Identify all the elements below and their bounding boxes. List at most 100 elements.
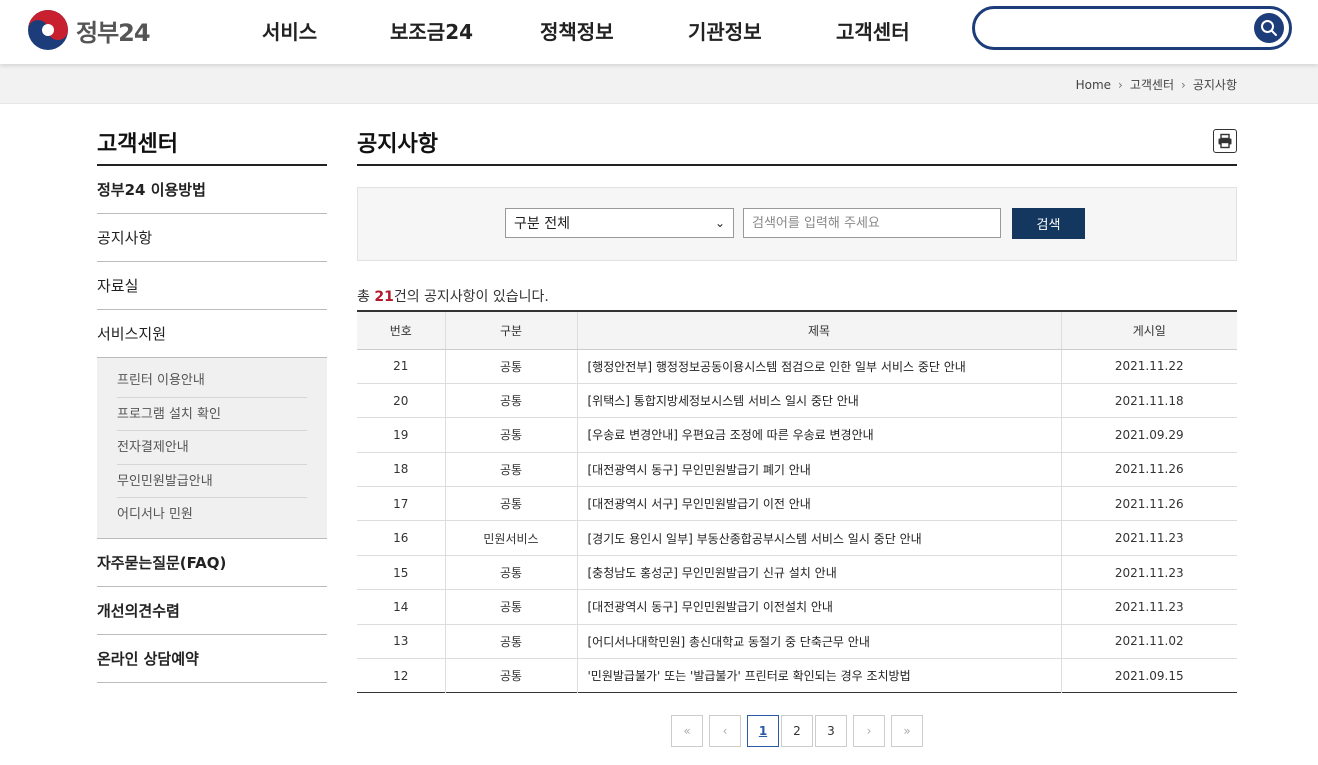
sidebar-subitem-anywhere[interactable]: 어디서나 민원 bbox=[117, 498, 307, 532]
row-date-cell: 2021.11.23 bbox=[1060, 555, 1237, 591]
notice-search-area: 구분 전체 ⌄ 검색 bbox=[357, 187, 1237, 261]
row-category-cell: 공통 bbox=[444, 658, 577, 693]
row-title-link[interactable]: [위택스] 통합지방세정보시스템 서비스 일시 중단 안내 bbox=[576, 383, 1061, 419]
notice-table: 번호 구분 제목 게시일 21 공통 [행정안전부] 행정정보공동이용시스템 점검으… bbox=[357, 310, 1237, 694]
row-category-cell: 공통 bbox=[444, 383, 577, 419]
row-category-cell: 공통 bbox=[444, 624, 577, 660]
breadcrumb-home[interactable]: Home bbox=[1076, 78, 1111, 92]
sidebar-item-online-consult[interactable]: 온라인 상담예약 bbox=[97, 635, 327, 683]
chevron-right-icon: › bbox=[1118, 77, 1123, 92]
sidebar-subitem-epayment[interactable]: 전자결제안내 bbox=[117, 431, 307, 465]
row-number-cell: 15 bbox=[357, 555, 445, 591]
sidebar-title: 고객센터 bbox=[97, 104, 327, 166]
sidebar-submenu: 프린터 이용안내 프로그램 설치 확인 전자결제안내 무인민원발급안내 어디서나… bbox=[97, 358, 327, 539]
row-number-cell: 14 bbox=[357, 589, 445, 625]
pagination: « ‹ 1 2 3 › » bbox=[671, 715, 929, 747]
next-page-button[interactable]: › bbox=[853, 715, 885, 747]
table-row[interactable]: 16 민원서비스 [경기도 용인시 일부] 부동산종합공부시스템 서비스 일시 중단… bbox=[357, 520, 1237, 556]
sidebar-item-notice[interactable]: 공지사항 bbox=[97, 214, 327, 262]
count-prefix: 총 bbox=[357, 289, 375, 305]
chevron-right-icon: › bbox=[1181, 77, 1186, 92]
sidebar-item-archive[interactable]: 자료실 bbox=[97, 262, 327, 310]
sidebar-item-how-to-use[interactable]: 정부24 이용방법 bbox=[97, 166, 327, 214]
sidebar-item-feedback[interactable]: 개선의견수렴 bbox=[97, 587, 327, 635]
page-button-2[interactable]: 2 bbox=[781, 715, 813, 747]
row-date-cell: 2021.11.26 bbox=[1060, 452, 1237, 488]
page-button-1[interactable]: 1 bbox=[747, 715, 779, 747]
row-date-cell: 2021.11.18 bbox=[1060, 383, 1237, 419]
search-submit-button[interactable]: 검색 bbox=[1012, 208, 1085, 239]
row-title-link[interactable]: [경기도 용인시 일부] 부동산종합공부시스템 서비스 일시 중단 안내 bbox=[576, 520, 1061, 556]
table-row[interactable]: 21 공통 [행정안전부] 행정정보공동이용시스템 점검으로 인한 일부 서비스 중… bbox=[357, 349, 1237, 384]
sidebar-item-service-support[interactable]: 서비스지원 bbox=[97, 310, 327, 358]
row-number-cell: 20 bbox=[357, 383, 445, 419]
row-date-cell: 2021.11.23 bbox=[1060, 520, 1237, 556]
row-date-cell: 2021.11.26 bbox=[1060, 486, 1237, 522]
row-category-cell: 공통 bbox=[444, 417, 577, 453]
table-row[interactable]: 13 공통 [어디서나대학민원] 총신대학교 동절기 중 단축근무 안내 2021.1… bbox=[357, 624, 1237, 660]
table-row[interactable]: 20 공통 [위택스] 통합지방세정보시스템 서비스 일시 중단 안내 2021.11… bbox=[357, 383, 1237, 419]
sidebar-nav: 고객센터 정부24 이용방법 공지사항 자료실 서비스지원 프린터 이용안내 프… bbox=[97, 104, 327, 683]
sidebar-subitem-kiosk[interactable]: 무인민원발급안내 bbox=[117, 465, 307, 498]
row-title-link[interactable]: [대전광역시 동구] 무인민원발급기 이전설치 안내 bbox=[576, 589, 1061, 625]
gnb-item-services[interactable]: 서비스 bbox=[262, 16, 317, 45]
first-page-button[interactable]: « bbox=[671, 715, 703, 747]
count-number: 21 bbox=[374, 289, 394, 305]
gnb-item-subsidy24[interactable]: 보조금24 bbox=[390, 16, 473, 45]
row-number-cell: 12 bbox=[393, 668, 409, 683]
row-title-link[interactable]: '민원발급불가' 또는 '발급불가' 프린터로 확인되는 경우 조치방법 bbox=[576, 658, 1061, 693]
row-date-cell: 2021.11.23 bbox=[1060, 589, 1237, 625]
row-title-link[interactable]: [충청남도 홍성군] 무인민원발급기 신규 설치 안내 bbox=[576, 555, 1061, 591]
gnb-item-agency[interactable]: 기관정보 bbox=[688, 16, 762, 45]
breadcrumb-customer-center[interactable]: 고객센터 bbox=[1130, 76, 1174, 93]
category-select[interactable]: 구분 전체 ⌄ bbox=[505, 208, 734, 238]
row-title-link[interactable]: [우송료 변경안내] 우편요금 조정에 따른 우송료 변경안내 bbox=[576, 417, 1061, 453]
brand-name: 정부24 bbox=[76, 18, 151, 47]
row-date-cell: 2021.09.15 bbox=[1060, 658, 1237, 693]
page-button-3[interactable]: 3 bbox=[815, 715, 847, 747]
breadcrumb-bar: Home › 고객센터 › 공지사항 bbox=[0, 64, 1318, 104]
result-count: 총 21건의 공지사항이 있습니다. bbox=[357, 286, 1237, 306]
page-title-wrap: 공지사항 bbox=[357, 104, 1237, 166]
row-category-cell: 공통 bbox=[444, 589, 577, 625]
sidebar-subitem-printer[interactable]: 프린터 이용안내 bbox=[117, 364, 307, 398]
row-title-link[interactable]: [대전광역시 서구] 무인민원발급기 이전 안내 bbox=[576, 486, 1061, 522]
row-category-cell: 공통 bbox=[444, 452, 577, 488]
row-category-cell: 민원서비스 bbox=[444, 520, 577, 556]
breadcrumb-notice[interactable]: 공지사항 bbox=[1193, 76, 1237, 93]
brand-logo[interactable]: 정부24 bbox=[26, 8, 151, 52]
main-content: 공지사항 구분 전체 ⌄ 검색 총 21건의 공지사항이 있습니다. 번호 구분… bbox=[357, 104, 1237, 694]
gnb-item-customer-center[interactable]: 고객센터 bbox=[836, 16, 910, 45]
site-header: 정부24 서비스 보조금24 정책정보 기관정보 고객센터 bbox=[0, 0, 1318, 64]
print-button[interactable] bbox=[1213, 129, 1237, 153]
last-page-button[interactable]: » bbox=[891, 715, 923, 747]
sidebar-subitem-program-check[interactable]: 프로그램 설치 확인 bbox=[117, 398, 307, 431]
table-row[interactable]: 14 공통 [대전광역시 동구] 무인민원발급기 이전설치 안내 2021.11.23 bbox=[357, 589, 1237, 625]
table-row[interactable]: 12 공통 '민원발급불가' 또는 '발급불가' 프린터로 확인되는 경우 조치방법… bbox=[357, 658, 1237, 693]
keyword-input[interactable] bbox=[743, 208, 1001, 238]
prev-page-button[interactable]: ‹ bbox=[709, 715, 741, 747]
printer-icon bbox=[1218, 133, 1232, 149]
table-row[interactable]: 18 공통 [대전광역시 동구] 무인민원발급기 폐기 안내 2021.11.26 bbox=[357, 452, 1237, 488]
row-date-cell: 2021.09.29 bbox=[1060, 417, 1237, 453]
gnb-item-policy[interactable]: 정책정보 bbox=[540, 16, 614, 45]
header-search-box bbox=[972, 6, 1292, 50]
table-row[interactable]: 17 공통 [대전광역시 서구] 무인민원발급기 이전 안내 2021.11.26 bbox=[357, 486, 1237, 522]
sidebar-item-faq[interactable]: 자주묻는질문(FAQ) bbox=[97, 539, 327, 587]
row-title-link[interactable]: [행정안전부] 행정정보공동이용시스템 점검으로 인한 일부 서비스 중단 안내 bbox=[576, 349, 1061, 384]
table-row[interactable]: 19 공통 [우송료 변경안내] 우편요금 조정에 따른 우송료 변경안내 2021.… bbox=[357, 417, 1237, 453]
row-number-cell: 17 bbox=[357, 486, 445, 522]
header-search-input[interactable] bbox=[991, 17, 1251, 39]
row-date-cell: 2021.11.22 bbox=[1060, 349, 1237, 384]
row-title-link[interactable]: [어디서나대학민원] 총신대학교 동절기 중 단축근무 안내 bbox=[576, 624, 1061, 660]
breadcrumb: Home › 고객센터 › 공지사항 bbox=[1076, 76, 1237, 93]
col-header-category: 구분 bbox=[444, 311, 577, 350]
row-title-link[interactable]: [대전광역시 동구] 무인민원발급기 폐기 안내 bbox=[576, 452, 1061, 488]
row-category-cell: 공통 bbox=[444, 349, 577, 384]
col-header-date: 게시일 bbox=[1060, 311, 1237, 350]
row-category-cell: 공통 bbox=[444, 555, 577, 591]
table-row[interactable]: 15 공통 [충청남도 홍성군] 무인민원발급기 신규 설치 안내 2021.11.2… bbox=[357, 555, 1237, 591]
row-number-cell: 16 bbox=[357, 520, 445, 556]
row-number-cell: 21 bbox=[357, 349, 445, 384]
header-search-button[interactable] bbox=[1254, 13, 1284, 43]
